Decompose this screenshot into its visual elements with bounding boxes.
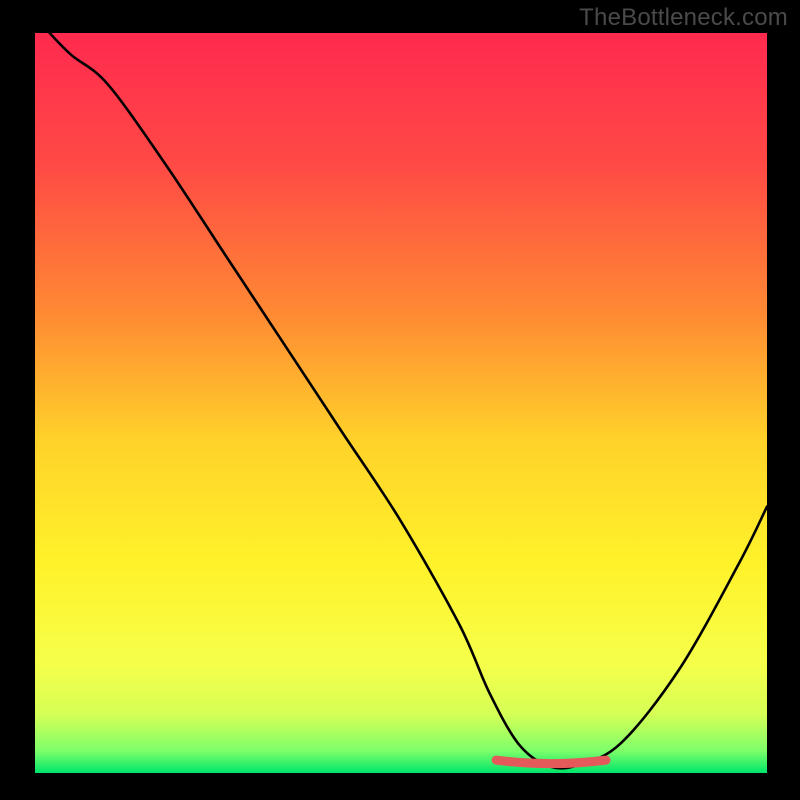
watermark-text: TheBottleneck.com (579, 4, 788, 32)
flat-region-marker (496, 760, 606, 764)
bottleneck-plot (0, 0, 800, 800)
plot-background (35, 33, 767, 773)
chart-frame: TheBottleneck.com (0, 0, 800, 800)
